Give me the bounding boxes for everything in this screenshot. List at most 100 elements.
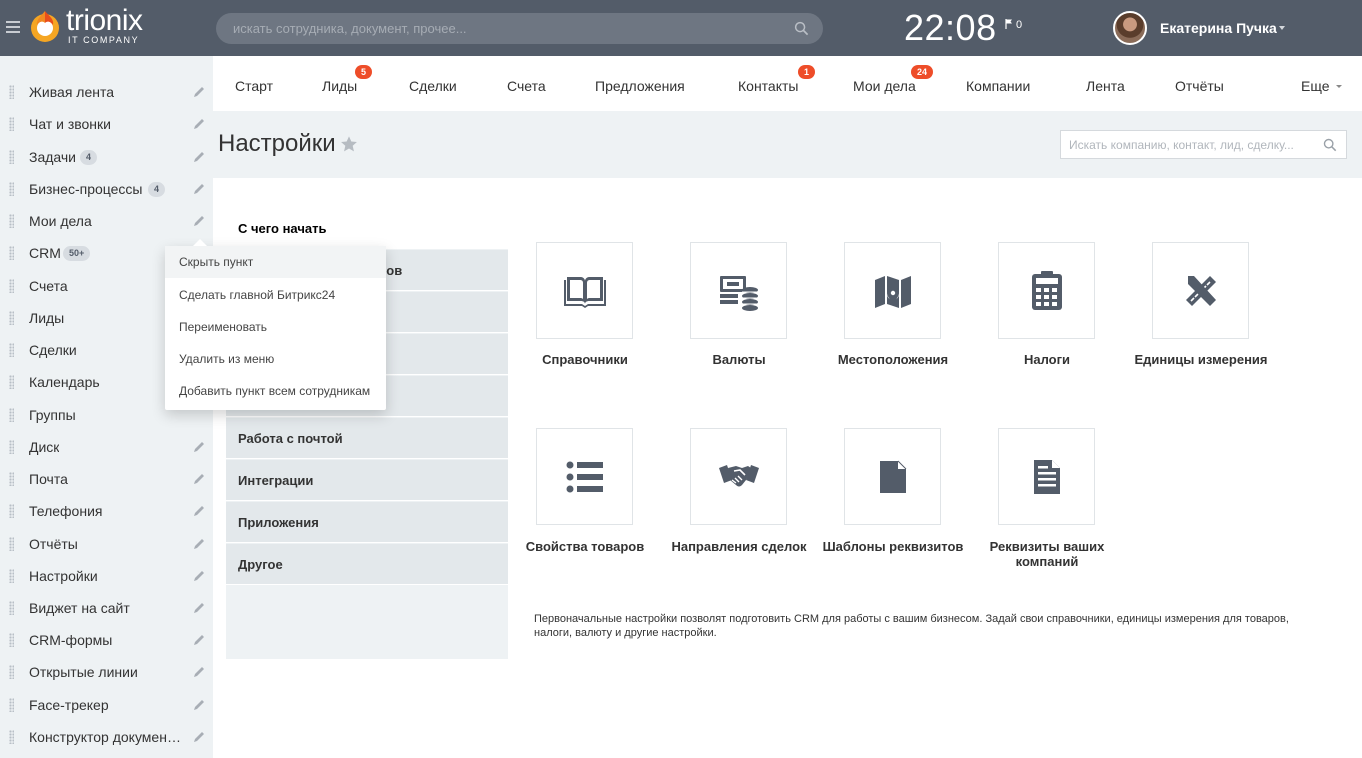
- notifications-flag[interactable]: 0: [1005, 19, 1022, 31]
- crm-search[interactable]: [1060, 130, 1347, 159]
- global-search-input[interactable]: [216, 13, 823, 44]
- sidebar-item-live-feed[interactable]: Живая лента: [0, 76, 213, 108]
- user-name[interactable]: Екатерина Пучка: [1160, 20, 1277, 36]
- drag-handle-icon[interactable]: [9, 182, 14, 196]
- tile-requisite-templates[interactable]: Шаблоны реквизитов: [813, 428, 973, 573]
- counter-badge: 4: [148, 182, 166, 197]
- settings-nav-start[interactable]: С чего начать: [238, 221, 326, 236]
- sidebar-item-crm-forms[interactable]: CRM-формы: [0, 624, 213, 656]
- settings-nav-item-apps[interactable]: Приложения: [226, 502, 508, 543]
- drag-handle-icon[interactable]: [9, 85, 14, 99]
- page-header: Настройки: [213, 111, 1362, 178]
- tab-more[interactable]: Еще: [1301, 78, 1342, 94]
- tab-reports[interactable]: Отчёты: [1175, 78, 1224, 94]
- sidebar-item-telephony[interactable]: Телефония: [0, 495, 213, 527]
- sidebar-item-reports[interactable]: Отчёты: [0, 528, 213, 560]
- drag-handle-icon[interactable]: [9, 279, 14, 293]
- menu-item-make-home[interactable]: Сделать главной Битрикс24: [165, 279, 386, 311]
- menu-item-hide[interactable]: Скрыть пункт: [165, 246, 386, 278]
- pencil-icon[interactable]: [192, 698, 206, 712]
- drag-handle-icon[interactable]: [9, 472, 14, 486]
- drag-handle-icon[interactable]: [9, 408, 14, 422]
- pencil-icon[interactable]: [192, 504, 206, 518]
- tab-contacts[interactable]: Контакты: [738, 78, 798, 94]
- drag-handle-icon[interactable]: [9, 117, 14, 131]
- pencil-icon[interactable]: [192, 440, 206, 454]
- sidebar-item-doc-builder[interactable]: Конструктор документов: [0, 721, 213, 753]
- tile-directories[interactable]: Справочники: [505, 242, 665, 387]
- search-icon[interactable]: [1323, 138, 1337, 152]
- drag-handle-icon[interactable]: [9, 569, 14, 583]
- pencil-icon[interactable]: [192, 633, 206, 647]
- tile-currencies[interactable]: Валюты: [659, 242, 819, 387]
- drag-handle-icon[interactable]: [9, 311, 14, 325]
- tab-quotes[interactable]: Предложения: [595, 78, 685, 94]
- sidebar-item-bizproc[interactable]: Бизнес-процессы 4: [0, 173, 213, 205]
- tile-icon-box: [690, 428, 787, 525]
- drag-handle-icon[interactable]: [9, 537, 14, 551]
- sidebar-item-face-tracker[interactable]: Face-трекер: [0, 689, 213, 721]
- pencil-icon[interactable]: [192, 601, 206, 615]
- pencil-icon[interactable]: [192, 182, 206, 196]
- search-icon[interactable]: [794, 21, 809, 36]
- pencil-icon[interactable]: [192, 85, 206, 99]
- pencil-icon[interactable]: [192, 730, 206, 744]
- menu-item-rename[interactable]: Переименовать: [165, 311, 386, 343]
- logo-flame-icon[interactable]: [28, 9, 62, 43]
- drag-handle-icon[interactable]: [9, 633, 14, 647]
- menu-item-add-to-all[interactable]: Добавить пункт всем сотрудникам: [165, 375, 386, 407]
- tab-my-activities[interactable]: Мои дела: [853, 78, 916, 94]
- drag-handle-icon[interactable]: [9, 150, 14, 164]
- global-search[interactable]: [216, 13, 823, 44]
- sidebar-item-chat[interactable]: Чат и звонки: [0, 108, 213, 140]
- drag-handle-icon[interactable]: [9, 504, 14, 518]
- drag-handle-icon[interactable]: [9, 343, 14, 357]
- drag-handle-icon[interactable]: [9, 730, 14, 744]
- tab-feed[interactable]: Лента: [1086, 78, 1125, 94]
- sidebar-item-my-activities[interactable]: Мои дела: [0, 205, 213, 237]
- clock[interactable]: 22:08: [904, 7, 997, 49]
- tile-locations[interactable]: Местоположения: [813, 242, 973, 387]
- drag-handle-icon[interactable]: [9, 375, 14, 389]
- sidebar-item-settings[interactable]: Настройки: [0, 560, 213, 592]
- drag-handle-icon[interactable]: [9, 698, 14, 712]
- sidebar-item-mail[interactable]: Почта: [0, 463, 213, 495]
- star-icon[interactable]: [340, 135, 358, 153]
- sidebar-item-label: Почта: [29, 471, 68, 487]
- settings-nav-item-integrations[interactable]: Интеграции: [226, 460, 508, 501]
- tab-start[interactable]: Старт: [235, 78, 273, 94]
- drag-handle-icon[interactable]: [9, 440, 14, 454]
- tile-product-properties[interactable]: Свойства товаров: [505, 428, 665, 573]
- drag-handle-icon[interactable]: [9, 214, 14, 228]
- pencil-icon[interactable]: [192, 150, 206, 164]
- drag-handle-icon[interactable]: [9, 665, 14, 679]
- pencil-icon[interactable]: [192, 117, 206, 131]
- drag-handle-icon[interactable]: [9, 601, 14, 615]
- settings-nav-item-mail[interactable]: Работа с почтой: [226, 418, 508, 459]
- tile-deal-pipelines[interactable]: Направления сделок: [659, 428, 819, 573]
- tab-deals[interactable]: Сделки: [409, 78, 457, 94]
- sidebar-item-tasks[interactable]: Задачи 4: [0, 141, 213, 173]
- tile-company-requisites[interactable]: Реквизиты ваших компаний: [967, 428, 1127, 573]
- tile-units[interactable]: Единицы измерения: [1121, 242, 1281, 387]
- menu-burger-icon[interactable]: [6, 21, 20, 33]
- tab-companies[interactable]: Компании: [966, 78, 1030, 94]
- user-avatar[interactable]: [1113, 11, 1147, 45]
- chevron-down-icon[interactable]: [1279, 26, 1285, 30]
- logo-text[interactable]: trionix: [66, 4, 143, 38]
- pencil-icon[interactable]: [192, 472, 206, 486]
- pencil-icon[interactable]: [192, 665, 206, 679]
- pencil-icon[interactable]: [192, 569, 206, 583]
- settings-nav-item-other[interactable]: Другое: [226, 544, 508, 585]
- drag-handle-icon[interactable]: [9, 246, 14, 260]
- sidebar-item-open-lines[interactable]: Открытые линии: [0, 656, 213, 688]
- sidebar-item-site-widget[interactable]: Виджет на сайт: [0, 592, 213, 624]
- crm-search-input[interactable]: [1061, 131, 1346, 158]
- tab-invoices[interactable]: Счета: [507, 78, 546, 94]
- sidebar-item-disk[interactable]: Диск: [0, 431, 213, 463]
- tile-taxes[interactable]: Налоги: [967, 242, 1127, 387]
- menu-item-delete[interactable]: Удалить из меню: [165, 343, 386, 375]
- pencil-icon[interactable]: [192, 214, 206, 228]
- tab-leads[interactable]: Лиды: [322, 78, 357, 94]
- pencil-icon[interactable]: [192, 537, 206, 551]
